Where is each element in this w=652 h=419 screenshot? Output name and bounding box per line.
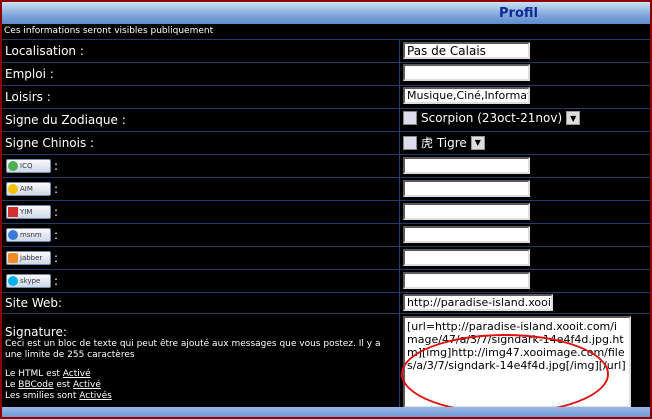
bbcode-status-prefix: Le xyxy=(5,380,16,390)
bbcode-status-link[interactable]: Activé xyxy=(73,380,101,390)
aim-input[interactable] xyxy=(403,180,530,197)
html-status-prefix: Le HTML est xyxy=(5,369,60,379)
chinois-label: Signe Chinois : xyxy=(5,136,95,150)
row-separator xyxy=(2,131,650,132)
scorpion-icon xyxy=(403,111,417,125)
zodiaque-select[interactable]: Scorpion (23oct-21nov) ▼ xyxy=(403,111,581,125)
row-separator xyxy=(2,223,650,224)
row-separator xyxy=(2,246,650,247)
emploi-input[interactable] xyxy=(403,64,530,81)
chinois-value: 虎 Tigre xyxy=(421,136,467,150)
icq-colon: : xyxy=(54,159,59,173)
aim-badge: AIM xyxy=(6,182,51,196)
signature-label: Signature: xyxy=(5,325,67,339)
skype-badge: skype xyxy=(6,274,51,288)
bbcode-status-mid: est xyxy=(56,380,71,390)
smilies-status-prefix: Les smilies sont xyxy=(5,391,77,401)
jabber-badge: jabber xyxy=(6,251,51,265)
signature-description: Ceci est un bloc de texte qui peut être … xyxy=(5,339,381,360)
row-separator xyxy=(2,154,650,155)
yim-badge: YIM xyxy=(6,205,51,219)
msnm-icon xyxy=(8,230,18,240)
html-status-line: Le HTML est Activé xyxy=(5,369,91,379)
chevron-down-icon[interactable]: ▼ xyxy=(566,111,581,125)
bbcode-status-line: Le BBCode est Activé xyxy=(5,380,101,390)
column-divider xyxy=(399,40,400,415)
row-separator xyxy=(2,177,650,178)
smilies-status-link[interactable]: Activés xyxy=(79,391,112,401)
row-separator xyxy=(2,292,650,293)
skype-badge-label: skype xyxy=(20,277,41,285)
icq-badge: ICQ xyxy=(6,159,51,173)
icq-icon xyxy=(8,161,18,171)
skype-input[interactable] xyxy=(403,272,530,289)
highlight-oval xyxy=(401,334,609,414)
bbcode-link[interactable]: BBCode xyxy=(18,380,53,390)
msnm-colon: : xyxy=(54,228,59,242)
skype-colon: : xyxy=(54,274,59,288)
siteweb-label: Site Web: xyxy=(5,296,63,310)
jabber-input[interactable] xyxy=(403,249,530,266)
aim-badge-label: AIM xyxy=(20,185,33,193)
row-separator xyxy=(2,62,650,63)
siteweb-input[interactable]: http://paradise-island.xooit xyxy=(403,294,553,311)
jabber-icon xyxy=(8,253,18,263)
jabber-colon: : xyxy=(54,251,59,265)
msnm-input[interactable] xyxy=(403,226,530,243)
tiger-icon xyxy=(403,135,417,150)
row-separator xyxy=(2,85,650,86)
jabber-badge-label: jabber xyxy=(20,254,43,262)
yim-input[interactable] xyxy=(403,203,530,220)
aim-icon xyxy=(8,184,18,194)
skype-icon xyxy=(8,276,18,286)
chevron-down-icon[interactable]: ▼ xyxy=(470,135,485,150)
bottom-bar xyxy=(2,407,650,417)
row-separator xyxy=(2,108,650,109)
public-notice: Ces informations seront visibles publiqu… xyxy=(4,26,214,36)
emploi-label: Emploi : xyxy=(5,67,54,81)
row-separator xyxy=(2,313,650,314)
header-bar: Profil xyxy=(2,2,650,24)
row-separator xyxy=(2,269,650,270)
icq-input[interactable] xyxy=(403,157,530,174)
zodiaque-value: Scorpion (23oct-21nov) xyxy=(421,111,563,125)
smilies-status-line: Les smilies sont Activés xyxy=(5,391,112,401)
loisirs-label: Loisirs : xyxy=(5,90,51,104)
localisation-input[interactable]: Pas de Calais xyxy=(403,42,530,59)
localisation-label: Localisation : xyxy=(5,44,84,58)
yim-badge-label: YIM xyxy=(20,208,33,216)
yim-icon xyxy=(8,207,18,217)
profile-panel: Profil Ces informations seront visibles … xyxy=(0,0,652,419)
html-status-link[interactable]: Activé xyxy=(63,369,91,379)
aim-colon: : xyxy=(54,182,59,196)
yim-colon: : xyxy=(54,205,59,219)
zodiaque-label: Signe du Zodiaque : xyxy=(5,113,126,127)
row-separator xyxy=(2,200,650,201)
msnm-badge: msnm xyxy=(6,228,51,242)
icq-badge-label: ICQ xyxy=(20,162,33,170)
page-title: Profil xyxy=(499,6,538,21)
msnm-badge-label: msnm xyxy=(20,231,42,239)
chinois-select[interactable]: 虎 Tigre ▼ xyxy=(403,134,485,151)
loisirs-input[interactable]: Musique,Ciné,Informati xyxy=(403,87,530,104)
row-separator xyxy=(2,39,650,40)
